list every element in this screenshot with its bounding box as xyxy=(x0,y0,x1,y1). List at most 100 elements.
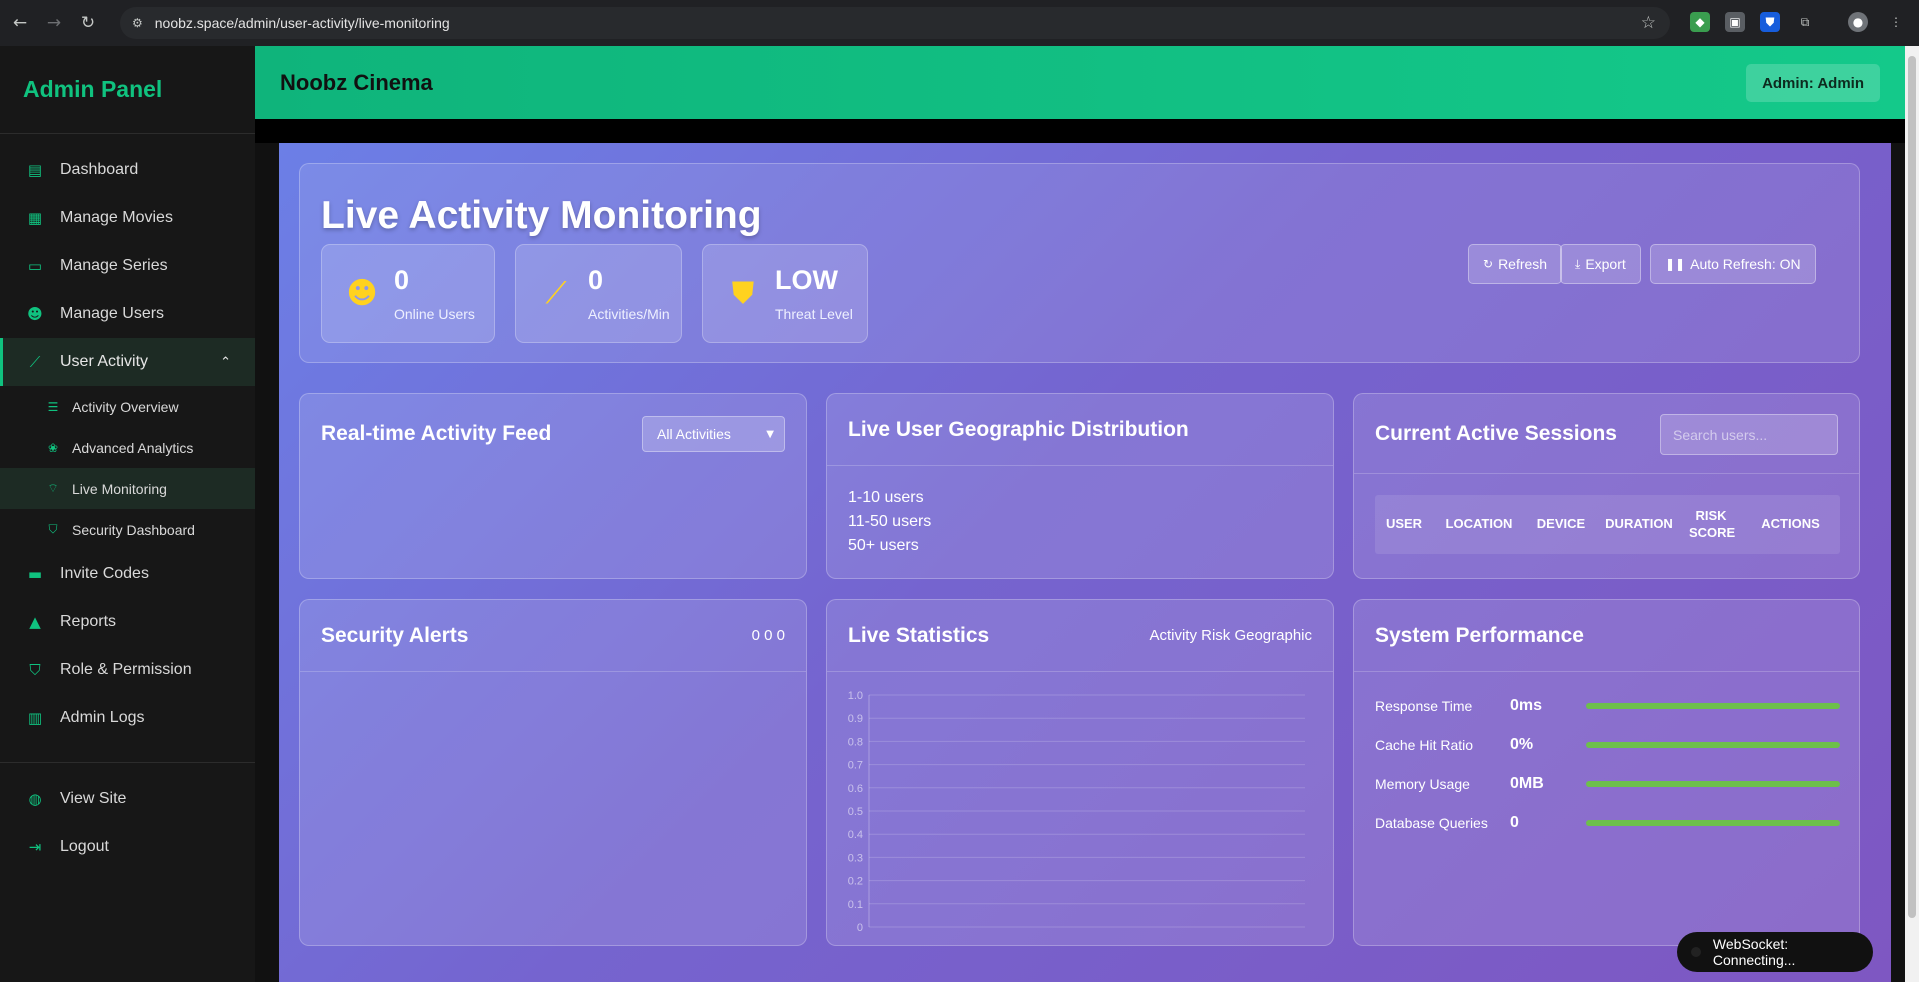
y-tick-label: 0 xyxy=(857,922,863,934)
panel-title: Live User Geographic Distribution xyxy=(848,417,1189,441)
perf-value: 0MB xyxy=(1510,775,1544,792)
extensions-puzzle-icon[interactable]: ⧉ xyxy=(1795,12,1815,32)
logout-icon: ⇥ xyxy=(28,838,42,856)
alert-counts: 0 0 0 xyxy=(751,627,785,644)
stat-label: Online Users xyxy=(394,306,475,322)
forward-icon[interactable]: → xyxy=(40,9,68,37)
perf-bar xyxy=(1586,742,1840,748)
scrollbar-thumb[interactable] xyxy=(1908,56,1916,918)
users-icon: ☻ xyxy=(346,276,378,311)
ticket-icon: ▬ xyxy=(27,565,43,583)
admin-user-badge[interactable]: Admin: Admin xyxy=(1746,64,1880,102)
stat-label: Activities/Min xyxy=(588,306,670,322)
browser-toolbar: ← → ↻ ⚙ noobz.space/admin/user-activity/… xyxy=(0,0,1919,46)
address-bar[interactable]: ⚙ noobz.space/admin/user-activity/live-m… xyxy=(120,7,1670,39)
legend-item: 1-10 users xyxy=(848,489,924,506)
sidebar-item-dashboard[interactable]: ▤ Dashboard xyxy=(0,146,255,194)
menu-kebab-icon[interactable]: ⋮ xyxy=(1886,12,1906,32)
activity-filter-select[interactable]: All Activities ▼ xyxy=(642,416,785,452)
sidebar-item-label: Manage Series xyxy=(60,257,168,274)
extension-icon[interactable]: ▣ xyxy=(1725,12,1745,32)
reload-icon[interactable]: ↻ xyxy=(74,9,102,37)
sidebar-footer-nav: ◍ View Site ⇥ Logout xyxy=(0,775,255,871)
sidebar-nav: ▤ Dashboard ▦ Manage Movies ▭ Manage Ser… xyxy=(0,134,255,742)
sidebar-subitem-advanced-analytics[interactable]: ❀ Advanced Analytics xyxy=(0,427,255,468)
extension-icon[interactable]: ◆ xyxy=(1690,12,1710,32)
sidebar-item-manage-users[interactable]: ☻ Manage Users xyxy=(0,290,255,338)
sidebar-item-label: View Site xyxy=(60,790,127,807)
perf-bar-fill xyxy=(1586,781,1840,787)
sidebar-item-label: Invite Codes xyxy=(60,565,149,582)
sidebar-item-label: Dashboard xyxy=(60,161,139,178)
stat-activities-per-min: ⟋ 0 Activities/Min xyxy=(515,244,682,343)
column-header[interactable]: LOCATION xyxy=(1433,516,1525,533)
sidebar-item-label: User Activity xyxy=(60,353,149,370)
sidebar-item-view-site[interactable]: ◍ View Site xyxy=(0,775,255,823)
sidebar-subitem-label: Security Dashboard xyxy=(72,521,195,538)
sidebar-subitem-security-dashboard[interactable]: ⛉ Security Dashboard xyxy=(0,509,255,550)
chevron-up-icon[interactable]: ⌃ xyxy=(220,355,231,370)
sidebar-item-role-permission[interactable]: ⛉ Role & Permission xyxy=(0,646,255,694)
panel-header: System Performance xyxy=(1354,600,1859,672)
sidebar-item-manage-series[interactable]: ▭ Manage Series xyxy=(0,242,255,290)
profile-avatar[interactable]: ● xyxy=(1848,12,1868,32)
panel-header: Security Alerts 0 0 0 xyxy=(300,600,806,672)
export-button[interactable]: ⤓ Export xyxy=(1560,244,1641,284)
websocket-status-text: WebSocket: Connecting... xyxy=(1712,936,1796,968)
y-tick-label: 0.5 xyxy=(848,806,863,818)
panel-title: System Performance xyxy=(1375,623,1584,647)
shield-icon: ⛊ xyxy=(731,276,755,311)
site-info-icon[interactable]: ⚙ xyxy=(132,16,143,30)
chart-line-icon: ⟋ xyxy=(29,353,41,371)
perf-label: Cache Hit Ratio xyxy=(1375,737,1474,753)
sidebar-item-invite-codes[interactable]: ▬ Invite Codes xyxy=(0,550,255,598)
perf-bar xyxy=(1586,820,1840,826)
sidebar-item-manage-movies[interactable]: ▦ Manage Movies xyxy=(0,194,255,242)
panel-header: Live User Geographic Distribution xyxy=(827,394,1333,466)
sidebar-subitem-activity-overview[interactable]: ☰ Activity Overview xyxy=(0,386,255,427)
sidebar-item-user-activity[interactable]: ⟋ User Activity ⌃ xyxy=(0,338,255,386)
perf-label: Database Queries xyxy=(1375,815,1488,831)
y-tick-label: 0.2 xyxy=(848,876,863,888)
chevron-down-icon: ▼ xyxy=(766,428,774,440)
panel-title: Security Alerts xyxy=(321,623,469,647)
sidebar-subitem-live-monitoring[interactable]: ⌔ Live Monitoring xyxy=(0,468,255,509)
header-spacer xyxy=(255,119,1905,143)
url-text[interactable]: noobz.space/admin/user-activity/live-mon… xyxy=(155,15,450,31)
perf-value: 0 xyxy=(1510,814,1519,831)
sidebar-item-admin-logs[interactable]: ▥ Admin Logs xyxy=(0,694,255,742)
sidebar-brand[interactable]: Admin Panel xyxy=(0,46,255,134)
export-button-label: Export xyxy=(1585,256,1626,272)
perf-label: Response Time xyxy=(1375,698,1473,714)
column-header[interactable]: RISK SCORE xyxy=(1681,508,1741,542)
stats-tabs[interactable]: Activity Risk Geographic xyxy=(1149,627,1312,644)
perf-bar-fill xyxy=(1586,703,1840,709)
column-header[interactable]: DURATION xyxy=(1597,516,1681,533)
y-tick-label: 1.0 xyxy=(848,690,863,702)
warning-icon: ▲ xyxy=(29,613,41,631)
column-header[interactable]: ACTIONS xyxy=(1741,516,1840,533)
refresh-icon: ↻ xyxy=(1483,257,1494,271)
legend-item: 50+ users xyxy=(848,537,919,554)
auto-refresh-toggle[interactable]: ❚❚ Auto Refresh: ON xyxy=(1650,244,1816,284)
geo-legend: 1-10 users 11-50 users 50+ users xyxy=(848,489,931,561)
back-icon[interactable]: ← xyxy=(6,9,34,37)
shield-icon: ⛉ xyxy=(29,661,41,679)
sidebar-item-logout[interactable]: ⇥ Logout xyxy=(0,823,255,871)
bookmark-star-icon[interactable]: ☆ xyxy=(1641,13,1656,33)
session-search-input[interactable]: Search users... xyxy=(1660,414,1838,455)
column-header[interactable]: USER xyxy=(1375,516,1433,533)
sidebar-item-reports[interactable]: ▲ Reports xyxy=(0,598,255,646)
y-tick-label: 0.7 xyxy=(848,760,863,772)
page-scrollbar[interactable] xyxy=(1905,46,1919,982)
refresh-button[interactable]: ↻ Refresh xyxy=(1468,244,1563,284)
password-manager-icon[interactable]: ⛊ xyxy=(1760,12,1780,32)
y-tick-label: 0.4 xyxy=(848,829,863,841)
stat-value: 0 xyxy=(588,265,604,295)
sidebar-item-label: Role & Permission xyxy=(60,661,192,678)
column-header[interactable]: DEVICE xyxy=(1525,516,1597,533)
sidebar-item-label: Reports xyxy=(60,613,117,630)
clipboard-icon: ▥ xyxy=(27,709,43,727)
sessions-table-header: USER LOCATION DEVICE DURATION RISK SCORE… xyxy=(1375,495,1840,554)
page-title: Live Activity Monitoring xyxy=(321,194,762,237)
